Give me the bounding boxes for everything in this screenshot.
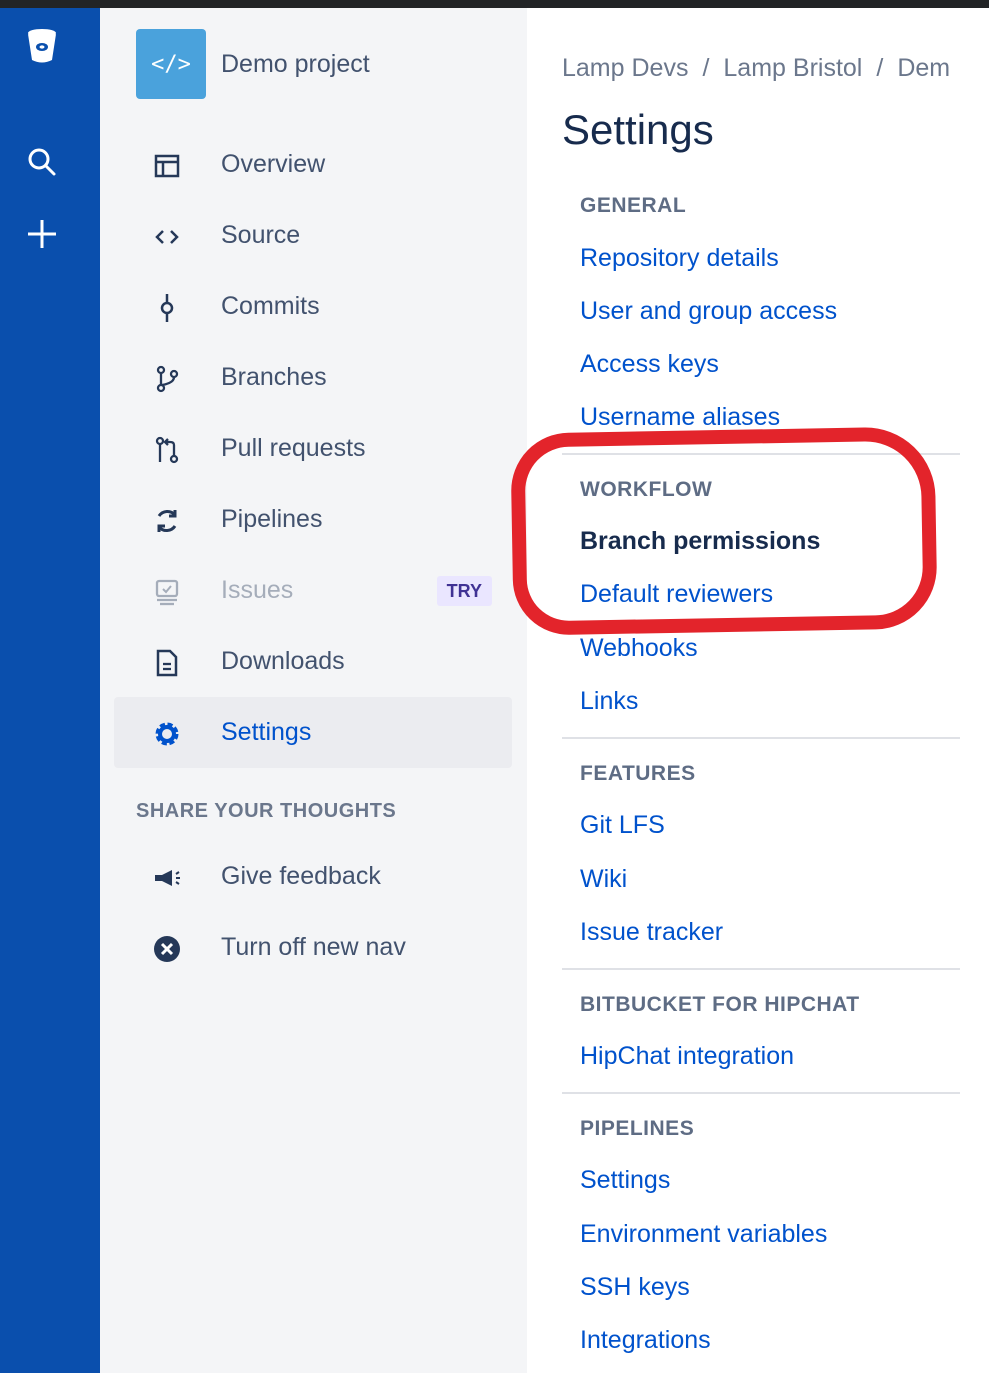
sidebar-item-label: Turn off new nav <box>221 933 406 961</box>
sidebar-item-branches[interactable]: Branches <box>114 342 512 413</box>
sidebar-item-label: Pull requests <box>221 434 366 462</box>
breadcrumb: Lamp Devs / Lamp Bristol / Dem <box>562 54 950 83</box>
sidebar-item-label: Commits <box>221 292 320 320</box>
link-hipchat-integration[interactable]: HipChat integration <box>580 1042 794 1071</box>
link-git-lfs[interactable]: Git LFS <box>580 811 665 840</box>
megaphone-icon <box>152 863 182 893</box>
sidebar-item-pull-requests[interactable]: Pull requests <box>114 413 512 484</box>
sidebar-item-overview[interactable]: Overview <box>114 129 512 200</box>
sidebar-item-pipelines[interactable]: Pipelines <box>114 484 512 555</box>
source-code-icon <box>152 222 182 252</box>
link-access-keys[interactable]: Access keys <box>580 350 719 379</box>
sidebar-item-source[interactable]: Source <box>114 200 512 271</box>
link-links[interactable]: Links <box>580 687 638 716</box>
overview-icon <box>152 151 182 181</box>
sidebar-item-downloads[interactable]: Downloads <box>114 626 512 697</box>
sidebar-item-label: Give feedback <box>221 862 381 890</box>
link-username-aliases[interactable]: Username aliases <box>580 403 780 432</box>
give-feedback-button[interactable]: Give feedback <box>114 841 512 912</box>
breadcrumb-item[interactable]: Lamp Bristol <box>723 54 862 82</box>
create-plus-icon[interactable] <box>22 214 62 254</box>
settings-main: Lamp Devs / Lamp Bristol / Dem Settings GENE… <box>527 8 989 1373</box>
sidebar-item-issues[interactable]: Issues TRY <box>114 555 512 626</box>
link-user-and-group-access[interactable]: User and group access <box>580 297 837 326</box>
section-divider <box>562 737 960 739</box>
window-top-bar <box>0 0 989 8</box>
breadcrumb-item[interactable]: Dem <box>897 54 950 82</box>
section-divider <box>562 453 960 455</box>
issues-icon <box>152 577 182 607</box>
bitbucket-logo-icon[interactable] <box>22 26 62 66</box>
section-divider <box>562 1092 960 1094</box>
sidebar-item-label: Overview <box>221 150 326 178</box>
link-branch-permissions[interactable]: Branch permissions <box>580 527 820 556</box>
link-environment-variables[interactable]: Environment variables <box>580 1220 827 1249</box>
try-badge: TRY <box>436 576 492 606</box>
project-sidebar: </> Demo project Overview Source Commits… <box>100 8 527 1373</box>
section-heading-pipelines: PIPELINES <box>580 1117 695 1140</box>
share-heading: SHARE YOUR THOUGHTS <box>136 800 397 822</box>
link-default-reviewers[interactable]: Default reviewers <box>580 580 773 609</box>
gear-icon <box>152 719 182 749</box>
section-heading-features: FEATURES <box>580 762 696 785</box>
link-wiki[interactable]: Wiki <box>580 865 627 894</box>
code-brackets-icon: </> <box>151 51 191 77</box>
commit-icon <box>152 293 182 323</box>
sidebar-item-label: Downloads <box>221 647 345 675</box>
breadcrumb-separator: / <box>876 54 884 82</box>
sidebar-item-commits[interactable]: Commits <box>114 271 512 342</box>
turn-off-new-nav-button[interactable]: Turn off new nav <box>114 912 512 983</box>
link-pipelines-settings[interactable]: Settings <box>580 1166 670 1195</box>
sidebar-item-label: Branches <box>221 363 327 391</box>
sidebar-item-label: Settings <box>221 718 312 746</box>
project-name[interactable]: Demo project <box>221 50 370 79</box>
search-icon[interactable] <box>22 142 62 182</box>
link-repository-details[interactable]: Repository details <box>580 244 779 273</box>
link-integrations[interactable]: Integrations <box>580 1326 711 1355</box>
breadcrumb-separator: / <box>702 54 710 82</box>
section-heading-workflow: WORKFLOW <box>580 478 713 501</box>
link-issue-tracker[interactable]: Issue tracker <box>580 918 723 947</box>
sidebar-item-settings[interactable]: Settings <box>114 697 512 768</box>
close-circle-icon <box>152 934 182 964</box>
link-ssh-keys[interactable]: SSH keys <box>580 1273 690 1302</box>
page-title: Settings <box>562 106 714 153</box>
breadcrumb-item[interactable]: Lamp Devs <box>562 54 688 82</box>
global-nav <box>0 8 100 1373</box>
project-avatar[interactable]: </> <box>136 29 206 99</box>
pipelines-icon <box>152 506 182 536</box>
downloads-icon <box>152 648 182 678</box>
sidebar-item-label: Source <box>221 221 301 249</box>
link-webhooks[interactable]: Webhooks <box>580 634 698 663</box>
sidebar-item-label: Issues <box>221 576 294 604</box>
section-divider <box>562 968 960 970</box>
branches-icon <box>152 364 182 394</box>
sidebar-item-label: Pipelines <box>221 505 323 533</box>
section-heading-general: GENERAL <box>580 194 687 217</box>
section-heading-hipchat: BITBUCKET FOR HIPCHAT <box>580 993 860 1016</box>
pull-request-icon <box>152 435 182 465</box>
